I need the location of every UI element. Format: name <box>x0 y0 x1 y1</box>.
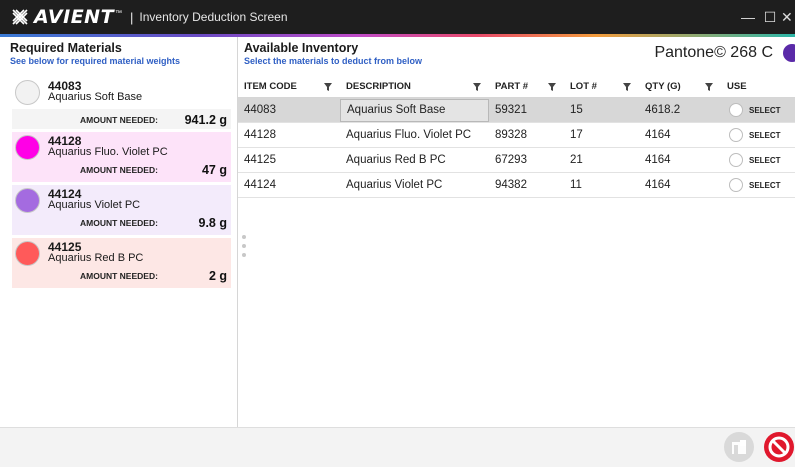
column-header-lot[interactable]: LOT # <box>564 76 639 97</box>
cell-description[interactable]: Aquarius Soft Base <box>340 98 489 122</box>
panel-splitter-handle[interactable] <box>242 235 246 262</box>
material-card[interactable]: 44083 Aquarius Soft Base AMOUNT NEEDED: … <box>12 77 231 129</box>
color-swatch <box>15 241 40 266</box>
cell-item-code: 44124 <box>244 179 276 191</box>
inventory-grid: ITEM CODE DESCRIPTION PART # LOT # QTY (… <box>238 76 795 198</box>
filter-icon[interactable] <box>623 83 631 91</box>
table-row[interactable]: 44124 Aquarius Violet PC 94382 11 4164 S… <box>238 173 795 198</box>
pantone-color-swatch <box>783 44 795 62</box>
column-header-part[interactable]: PART # <box>489 76 564 97</box>
cell-description: Aquarius Fluo. Violet PC <box>346 129 472 141</box>
close-button[interactable]: ✕ <box>781 9 795 26</box>
column-header-description[interactable]: DESCRIPTION <box>340 76 489 97</box>
cell-part: 89328 <box>495 129 527 141</box>
column-header-qty[interactable]: QTY (G) <box>639 76 721 97</box>
column-header-item-code[interactable]: ITEM CODE <box>238 76 340 97</box>
window-title: Inventory Deduction Screen <box>139 10 288 24</box>
cell-qty: 4164 <box>645 179 671 191</box>
select-label[interactable]: SELECT <box>749 131 781 140</box>
material-card[interactable]: 44128 Aquarius Fluo. Violet PC AMOUNT NE… <box>12 132 231 182</box>
cell-part: 94382 <box>495 179 527 191</box>
brand-name: AVIENT <box>34 6 115 28</box>
required-materials-list: 44083 Aquarius Soft Base AMOUNT NEEDED: … <box>12 77 231 291</box>
amount-value: 9.8 g <box>198 216 228 230</box>
color-swatch <box>15 80 40 105</box>
required-materials-subtitle: See below for required material weights <box>10 56 181 66</box>
filter-icon[interactable] <box>548 83 556 91</box>
material-name: Aquarius Soft Base <box>48 91 143 103</box>
maximize-button[interactable]: ☐ <box>759 9 781 26</box>
avient-logo-icon <box>12 9 28 25</box>
amount-label: AMOUNT NEEDED: <box>80 218 158 228</box>
required-materials-title: Required Materials <box>10 41 122 55</box>
cell-description: Aquarius Red B PC <box>346 154 446 166</box>
required-materials-heading: Required Materials See below for require… <box>0 37 237 66</box>
inventory-grid-header: ITEM CODE DESCRIPTION PART # LOT # QTY (… <box>238 76 795 98</box>
select-radio[interactable] <box>729 103 743 117</box>
amount-label: AMOUNT NEEDED: <box>80 165 158 175</box>
cell-qty: 4164 <box>645 154 671 166</box>
available-inventory-heading: Available Inventory Select the materials… <box>244 41 422 66</box>
select-radio[interactable] <box>729 153 743 167</box>
select-radio[interactable] <box>729 128 743 142</box>
select-radio[interactable] <box>729 178 743 192</box>
required-materials-panel: Required Materials See below for require… <box>0 37 238 427</box>
available-inventory-title: Available Inventory <box>244 41 359 55</box>
column-header-use[interactable]: USE <box>721 76 787 97</box>
cell-lot: 11 <box>570 179 582 191</box>
material-card[interactable]: 44124 Aquarius Violet PC AMOUNT NEEDED: … <box>12 185 231 235</box>
cell-description: Aquarius Violet PC <box>346 179 443 191</box>
filter-icon[interactable] <box>705 83 713 91</box>
select-label[interactable]: SELECT <box>749 156 781 165</box>
cancel-button[interactable] <box>764 432 794 462</box>
cell-use: SELECT <box>721 98 787 122</box>
amount-label: AMOUNT NEEDED: <box>80 271 158 281</box>
material-name: Aquarius Violet PC <box>48 199 141 211</box>
window-controls: — ☐ ✕ <box>737 0 795 34</box>
cell-use: SELECT <box>721 148 787 172</box>
material-card[interactable]: 44125 Aquarius Red B PC AMOUNT NEEDED: 2… <box>12 238 231 288</box>
inventory-deduct-icon <box>732 440 746 454</box>
cell-item-code: 44128 <box>244 129 276 141</box>
select-label[interactable]: SELECT <box>749 181 781 190</box>
amount-value: 47 g <box>201 163 227 177</box>
table-row[interactable]: 44128 Aquarius Fluo. Violet PC 89328 17 … <box>238 123 795 148</box>
cell-qty: 4618.2 <box>645 104 681 116</box>
cell-qty: 4164 <box>645 129 671 141</box>
amount-row: AMOUNT NEEDED: 941.2 g <box>12 109 231 129</box>
cell-lot: 15 <box>570 104 583 116</box>
cell-part: 59321 <box>495 104 527 116</box>
brand: AVIENT ™ <box>0 6 122 28</box>
filter-icon[interactable] <box>324 83 332 91</box>
material-name: Aquarius Red B PC <box>48 252 144 264</box>
filter-icon[interactable] <box>473 83 481 91</box>
cell-lot: 17 <box>570 129 583 141</box>
cancel-icon <box>768 436 790 458</box>
material-name: Aquarius Fluo. Violet PC <box>48 146 168 158</box>
cell-use: SELECT <box>721 173 787 197</box>
table-row[interactable]: 44125 Aquarius Red B PC 67293 21 4164 SE… <box>238 148 795 173</box>
cell-part: 67293 <box>495 154 527 166</box>
color-swatch <box>15 188 40 213</box>
title-bar: AVIENT ™ | Inventory Deduction Screen — … <box>0 0 795 34</box>
cell-item-code: 44083 <box>244 104 276 116</box>
color-swatch <box>15 135 40 160</box>
minimize-button[interactable]: — <box>737 9 759 25</box>
table-row[interactable]: 44083 Aquarius Soft Base 59321 15 4618.2… <box>238 98 795 123</box>
amount-value: 941.2 g <box>184 113 227 127</box>
pantone-label: Pantone© 268 C <box>654 44 773 61</box>
cell-use: SELECT <box>721 123 787 147</box>
footer-bar <box>0 427 795 467</box>
cell-item-code: 44125 <box>244 154 276 166</box>
brand-trademark: ™ <box>115 9 123 17</box>
deduct-inventory-button[interactable] <box>724 432 754 462</box>
title-separator: | <box>130 9 134 25</box>
cell-lot: 21 <box>570 154 583 166</box>
amount-label: AMOUNT NEEDED: <box>80 115 158 125</box>
amount-value: 2 g <box>208 269 227 283</box>
available-inventory-subtitle: Select the materials to deduct from belo… <box>244 56 423 66</box>
select-label[interactable]: SELECT <box>749 106 781 115</box>
